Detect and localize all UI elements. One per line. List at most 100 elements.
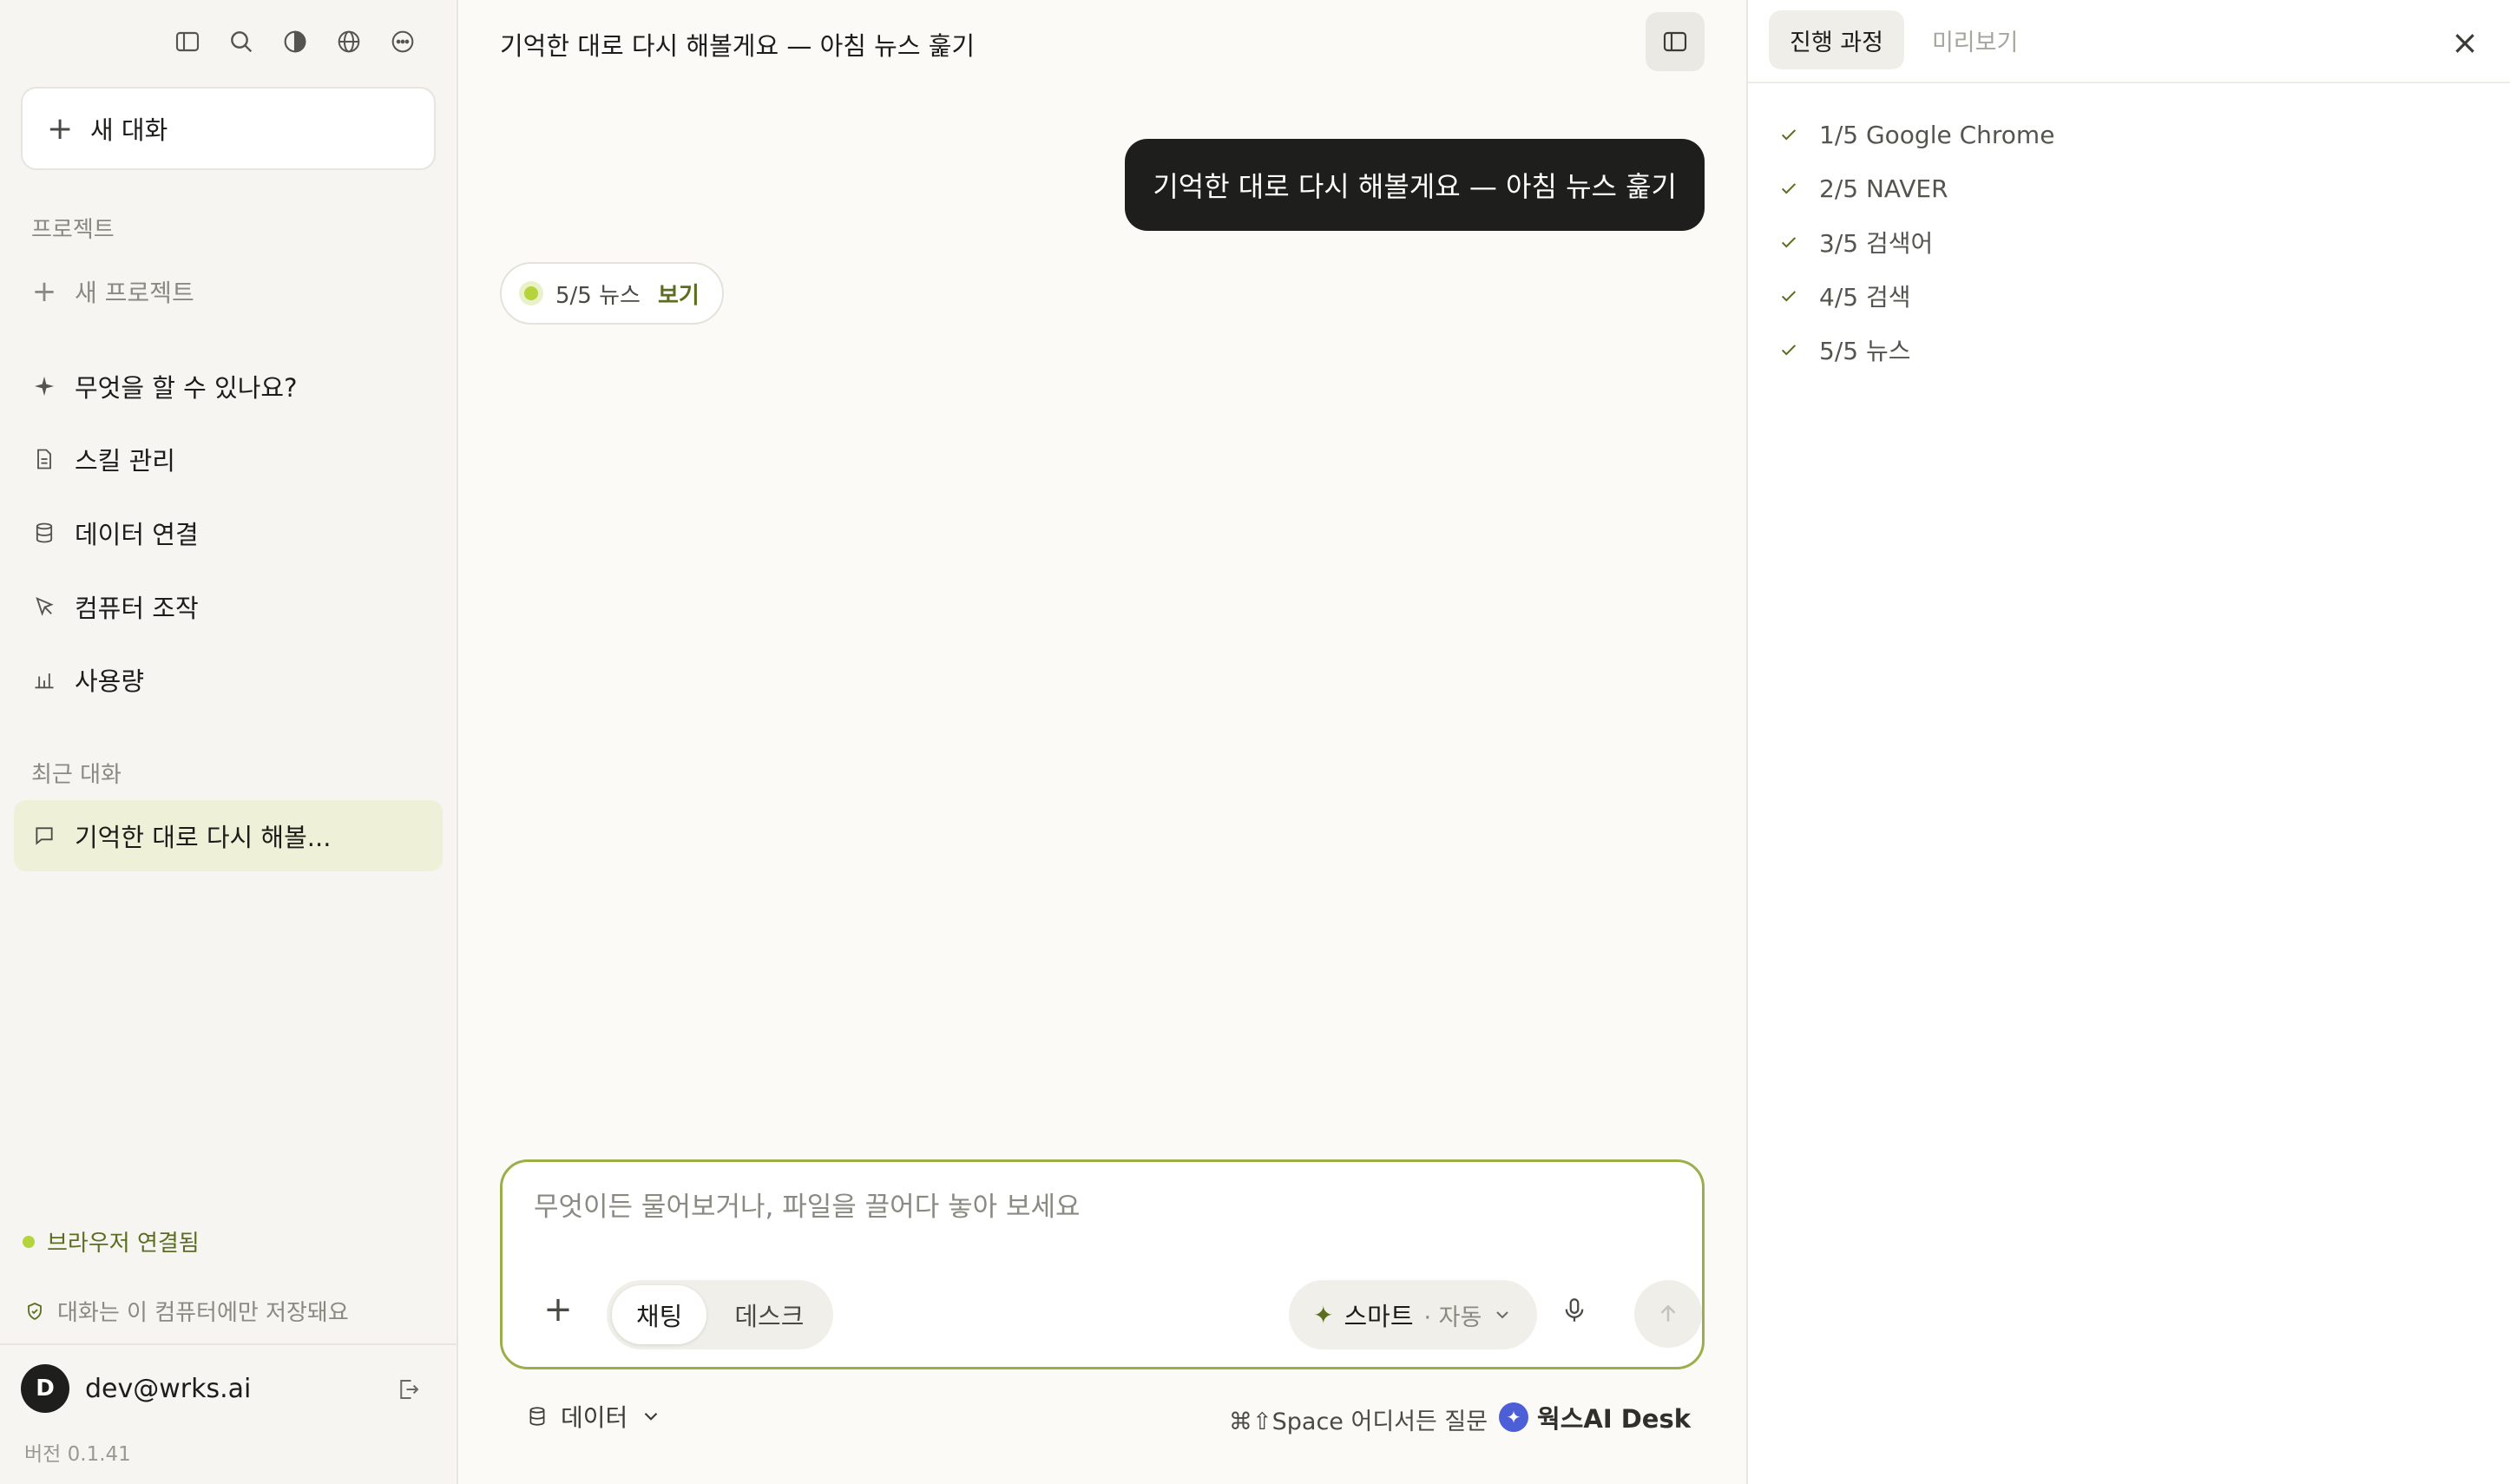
user-account[interactable]: D dev@wrks.ai	[21, 1364, 251, 1413]
model-sub-label: · 자동	[1423, 1303, 1482, 1331]
view-progress-link[interactable]: 보기	[658, 278, 700, 310]
recent-chat-label: 기억한 대로 다시 해볼...	[75, 823, 332, 852]
message-composer: + 채팅 데스크 ✦ 스마트 · 자동	[500, 1159, 1705, 1369]
panel-icon	[1663, 31, 1687, 52]
composer-footer: 데이터 ⌘⇧Space 어디서든 질문 ✦ 웍스AI Desk	[500, 1394, 1705, 1437]
close-icon[interactable]: ×	[2451, 26, 2479, 59]
progress-step: 1/5 Google Chrome	[1779, 108, 2054, 161]
model-select[interactable]: ✦ 스마트 · 자동	[1289, 1280, 1538, 1349]
local-storage-note: 대화는 이 컴퓨터에만 저장돼요	[24, 1295, 349, 1327]
data-dropdown-button[interactable]: 데이터	[526, 1399, 662, 1434]
shield-check-icon	[28, 1302, 42, 1320]
user-message-bubble: 기억한 대로 다시 해볼게요 — 아침 뉴스 훑기	[1125, 139, 1705, 231]
plus-icon: +	[31, 274, 57, 309]
sidebar-item-label: 컴퓨터 조작	[75, 594, 199, 623]
more-options-icon[interactable]	[385, 24, 420, 59]
brand-name: 웍스AI Desk	[1537, 1404, 1691, 1434]
brand-logo: ✦ 웍스AI Desk	[1499, 1399, 1691, 1435]
sidebar-item-label: 데이터 연결	[75, 520, 199, 549]
progress-status-pill[interactable]: 5/5 뉴스 보기	[500, 262, 724, 325]
right-panel-toggle-button[interactable]	[1646, 12, 1705, 71]
browser-status-label: 브라우저 연결됨	[47, 1231, 200, 1257]
check-icon	[1781, 237, 1797, 248]
message-input[interactable]	[534, 1192, 1662, 1223]
progress-step-label: 2/5 NAVER	[1819, 174, 1948, 203]
cursor-icon	[31, 594, 57, 620]
progress-step-label: 5/5 뉴스	[1819, 337, 1911, 365]
progress-step-label: 1/5 Google Chrome	[1819, 120, 2055, 149]
microphone-icon[interactable]	[1560, 1296, 1589, 1329]
bar-chart-icon	[31, 666, 57, 693]
recent-chat-item[interactable]: 기억한 대로 다시 해볼...	[14, 800, 443, 871]
user-email: dev@wrks.ai	[85, 1373, 252, 1404]
user-message-text: 기억한 대로 다시 해볼게요 — 아침 뉴스 훑기	[1153, 170, 1677, 203]
database-icon	[529, 1407, 545, 1426]
chat-bubble-icon	[31, 824, 57, 847]
globe-icon[interactable]	[332, 24, 366, 59]
chat-title: 기억한 대로 다시 해볼게요 — 아침 뉴스 훑기	[500, 31, 976, 61]
mode-chat-button[interactable]: 채팅	[612, 1285, 707, 1344]
avatar: D	[21, 1364, 69, 1413]
progress-step-label: 3/5 검색어	[1819, 229, 1934, 258]
app-version: 버전 0.1.41	[24, 1443, 131, 1466]
status-dot-icon	[519, 281, 543, 305]
database-icon	[31, 520, 57, 546]
check-icon	[1781, 183, 1797, 194]
progress-step-list: 1/5 Google Chrome 2/5 NAVER 3/5 검색어 4/5 …	[1779, 108, 2054, 377]
attach-plus-icon[interactable]: +	[539, 1290, 577, 1330]
logout-icon[interactable]	[396, 1376, 422, 1406]
check-icon	[1781, 129, 1797, 141]
progress-step-label: 4/5 검색	[1819, 283, 1911, 312]
sidebar-item-skills[interactable]: 스킬 관리	[31, 437, 175, 481]
mode-desk-button[interactable]: 데스크	[710, 1285, 828, 1344]
progress-step: 3/5 검색어	[1779, 215, 2054, 269]
plus-icon: +	[47, 110, 74, 147]
sparkle-icon: ✦	[1313, 1300, 1334, 1330]
sidebar-item-capabilities[interactable]: 무엇을 할 수 있나요?	[31, 364, 298, 408]
theme-toggle-icon[interactable]	[278, 24, 312, 59]
sidebar-item-data-connections[interactable]: 데이터 연결	[31, 511, 199, 555]
sidebar-item-usage[interactable]: 사용량	[31, 658, 144, 701]
progress-step: 5/5 뉴스	[1779, 323, 2054, 377]
panel-tabs: 진행 과정 미리보기	[1769, 10, 2039, 69]
chat-main: 기억한 대로 다시 해볼게요 — 아침 뉴스 훑기 기억한 대로 다시 해볼게요…	[458, 0, 1746, 1484]
sparkle-icon	[31, 373, 57, 399]
progress-status-text: 5/5 뉴스	[555, 282, 641, 309]
search-icon[interactable]	[224, 24, 259, 59]
progress-step: 4/5 검색	[1779, 269, 2054, 323]
projects-section-label: 프로젝트	[31, 217, 115, 243]
sidebar-item-label: 무엇을 할 수 있나요?	[75, 373, 298, 403]
recent-section-label: 최근 대화	[31, 762, 122, 788]
new-chat-button[interactable]: + 새 대화	[21, 87, 436, 170]
sidebar-item-computer-control[interactable]: 컴퓨터 조작	[31, 585, 199, 628]
sidebar-toggle-icon[interactable]	[170, 24, 205, 59]
sidebar-toolbar	[170, 24, 420, 59]
hotkey-hint: ⌘⇧Space 어디서든 질문	[1229, 1408, 1488, 1435]
progress-panel: 진행 과정 미리보기 × 1/5 Google Chrome 2/5 NAVER…	[1746, 0, 2510, 1484]
status-dot-icon	[23, 1235, 35, 1248]
send-button[interactable]	[1634, 1280, 1702, 1348]
check-icon	[1781, 345, 1797, 356]
saved-note-label: 대화는 이 컴퓨터에만 저장돼요	[57, 1300, 349, 1326]
new-project-label: 새 프로젝트	[75, 279, 194, 307]
model-label: 스마트	[1344, 1302, 1414, 1331]
chevron-down-icon	[645, 1412, 658, 1421]
tab-progress[interactable]: 진행 과정	[1769, 10, 1904, 69]
data-label: 데이터	[561, 1403, 628, 1432]
panel-divider	[1748, 82, 2510, 83]
sidebar-divider	[0, 1343, 457, 1345]
document-icon	[31, 446, 57, 472]
browser-connection-status: 브라우저 연결됨	[23, 1225, 200, 1257]
tab-preview[interactable]: 미리보기	[1911, 10, 2039, 69]
progress-step: 2/5 NAVER	[1779, 161, 2054, 215]
check-icon	[1781, 291, 1797, 302]
mode-switch: 채팅 데스크	[607, 1280, 834, 1349]
brand-logo-icon: ✦	[1499, 1402, 1529, 1432]
new-project-button[interactable]: + 새 프로젝트	[31, 274, 194, 309]
sidebar: + 새 대화 프로젝트 + 새 프로젝트 무엇을 할 수 있나요? 스킬 관리 …	[0, 0, 458, 1484]
new-chat-label: 새 대화	[90, 115, 168, 145]
arrow-up-icon	[1660, 1304, 1676, 1322]
sidebar-item-label: 스킬 관리	[75, 446, 175, 476]
chevron-down-icon	[1496, 1311, 1509, 1319]
sidebar-item-label: 사용량	[75, 666, 145, 696]
